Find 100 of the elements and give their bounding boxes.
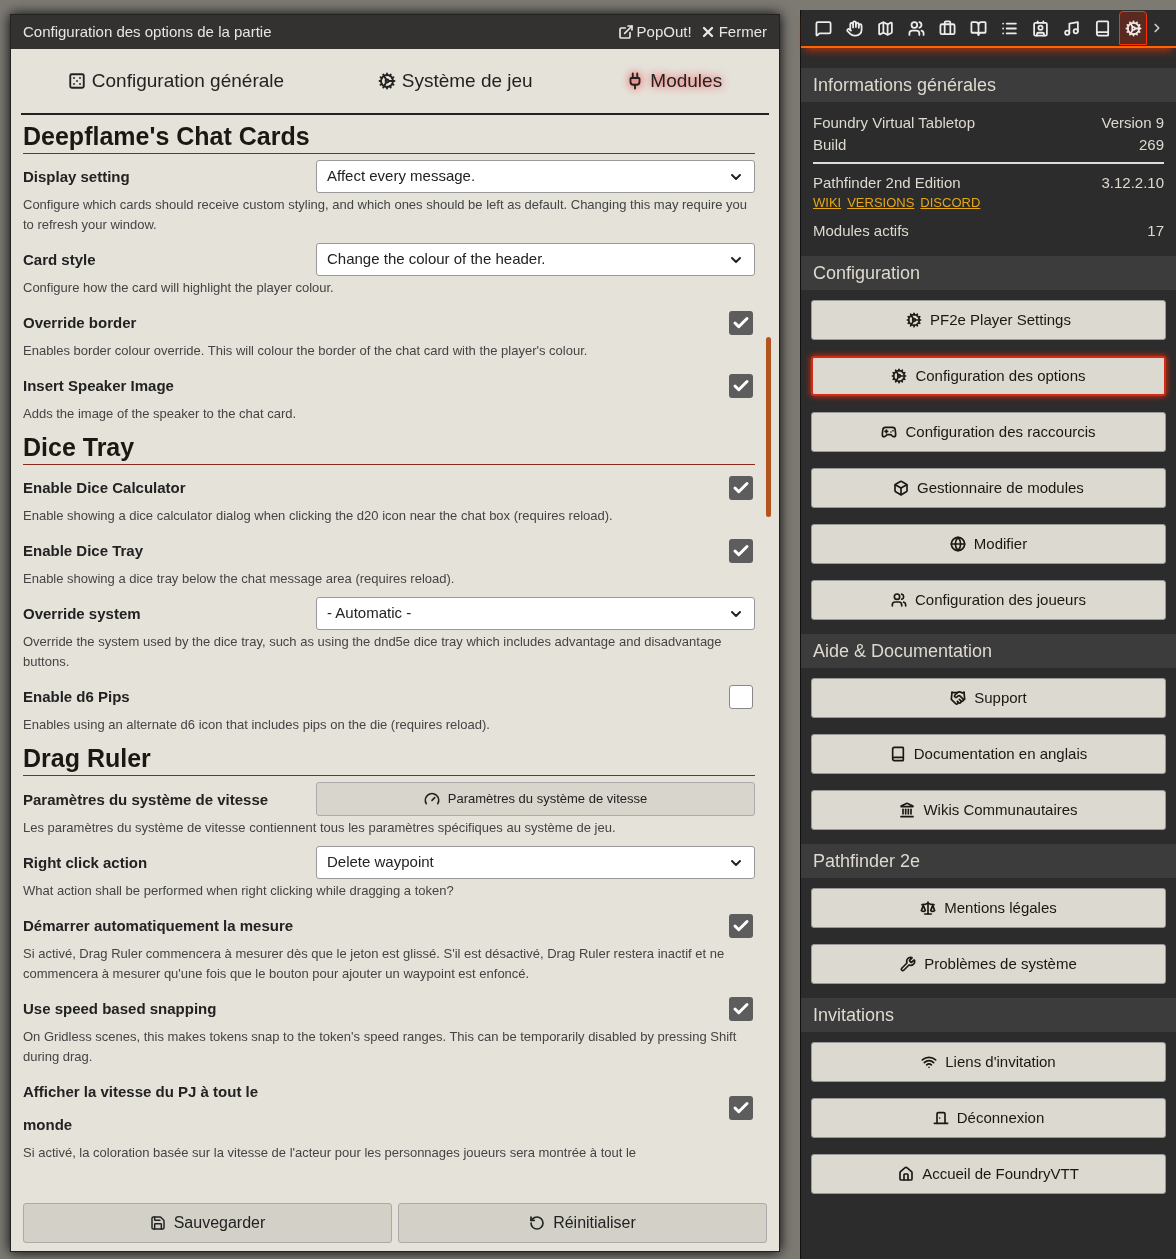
sidebar-button[interactable]: Configuration des raccourcis [811, 412, 1166, 452]
scale-icon [920, 900, 937, 916]
open-book-icon [969, 19, 987, 37]
cogs-icon [891, 368, 908, 384]
system-link[interactable]: DISCORD [920, 194, 981, 212]
sidebar-button[interactable]: Modifier [811, 524, 1166, 564]
setting-hint: Configure how the card will highlight the player colour. [23, 279, 335, 297]
sidebar-tab[interactable] [1119, 11, 1147, 45]
info-value: Version 9 [1101, 113, 1164, 133]
checkbox[interactable] [729, 996, 753, 1021]
checkbox[interactable] [729, 310, 753, 335]
globe-icon [949, 536, 966, 552]
tab[interactable]: Modules [626, 66, 723, 96]
info-label: Foundry Virtual Tabletop [813, 113, 976, 133]
section-heading: Drag Ruler [23, 743, 755, 776]
cube-icon [893, 480, 910, 496]
sidebar-button[interactable]: Déconnexion [811, 1098, 1166, 1138]
setting-hint: On Gridless scenes, this makes tokens snap to the token's speed ranges. This can be temporarily disabled by pressing Shift during drag. [23, 1028, 738, 1066]
dropdown-field[interactable]: Change the colour of the header. [316, 243, 755, 276]
cogs-icon [377, 72, 396, 90]
setting-label: Right click action [23, 853, 149, 873]
system-link[interactable]: VERSIONS [847, 194, 915, 212]
reset-button[interactable]: Réinitialiser [398, 1203, 767, 1243]
setting-hint: Enable showing a dice calculator dialog when clicking the d20 icon near the chat box (requires reload). [23, 507, 614, 525]
close-link[interactable]: Fermer [699, 20, 767, 44]
scrollbar-thumb[interactable] [766, 337, 771, 517]
sidebar-button[interactable]: Documentation en anglais [811, 734, 1166, 774]
users-icon [891, 592, 907, 608]
gauge-icon [423, 791, 440, 807]
sidebar-button[interactable]: Liens d'invitation [811, 1042, 1166, 1082]
sidebar-button[interactable]: Wikis Communautaires [811, 790, 1166, 830]
setting-hint: Si activé, la coloration basée sur la vitesse de l'acteur pour les personnages joueurs sera montrée à tout le [23, 1144, 638, 1162]
music-icon [1062, 19, 1080, 37]
chat-icon [814, 19, 832, 37]
sidebar-button[interactable]: PF2e Player Settings [811, 300, 1166, 340]
setting-label: Afficher la vitesse du PJ à tout le monde [23, 1082, 260, 1135]
checkbox[interactable] [729, 475, 753, 500]
sidebar-button[interactable]: Configuration des joueurs [811, 580, 1166, 620]
setting-label: Enable Dice Calculator [23, 478, 187, 498]
checkbox[interactable] [729, 913, 753, 938]
dropdown-field[interactable]: Delete waypoint [316, 846, 755, 879]
sidebar-section-heading: Invitations [801, 998, 1176, 1032]
popout-link[interactable]: PopOut! [617, 20, 692, 44]
sidebar-section-heading: Aide & Documentation [801, 634, 1176, 668]
setting-hint: Enable showing a dice tray below the chat message area (requires reload). [23, 570, 456, 588]
section-heading: Deepflame's Chat Cards [23, 121, 755, 154]
suitcase-icon [938, 19, 956, 37]
sidebar-button[interactable]: Gestionnaire de modules [811, 468, 1166, 508]
sidebar-button[interactable]: Mentions légales [811, 888, 1166, 928]
info-value: 269 [1138, 135, 1164, 155]
setting-hint: Enables using an alternate d6 icon that includes pips on the die (requires reload). [23, 716, 491, 734]
tab[interactable]: Configuration générale [67, 66, 285, 96]
setting-hint: Enables border colour override. This will colour the border of the chat card with the player's colour. [23, 342, 589, 360]
door-icon [932, 1110, 949, 1126]
setting-label: Display setting [23, 167, 131, 187]
settings-button[interactable]: Paramètres du système de vitesse [316, 782, 755, 816]
checkbox[interactable] [729, 1096, 753, 1120]
book-icon [1093, 19, 1111, 37]
sidebar-section-heading: Pathfinder 2e [801, 844, 1176, 878]
sidebar-button[interactable]: Accueil de FoundryVTT [811, 1154, 1166, 1194]
sidebar-button[interactable]: Problèmes de système [811, 944, 1166, 984]
dropdown-field[interactable]: - Automatic - [316, 597, 755, 630]
setting-label: Card style [23, 250, 97, 270]
settings-icon [1124, 19, 1142, 37]
section-heading: Dice Tray [23, 432, 755, 465]
setting-hint: What action shall be performed when right clicking while dragging a token? [23, 882, 455, 900]
info-label: Modules actifs [813, 221, 909, 241]
system-link[interactable]: WIKI [813, 194, 842, 212]
setting-label: Override border [23, 313, 138, 333]
map-icon [876, 19, 894, 37]
dice-icon [67, 72, 86, 90]
setting-hint: Les paramètres du système de vitesse contiennent tous les paramètres spécifiques au système de jeu. [23, 819, 617, 837]
sidebar-section-heading: Informations générales [801, 68, 1176, 102]
save-button[interactable]: Sauvegarder [23, 1203, 392, 1243]
dropdown-field[interactable]: Affect every message. [316, 160, 755, 193]
window-title: Configuration des options de la partie [23, 21, 273, 42]
checkbox[interactable] [729, 684, 753, 709]
setting-label: Enable d6 Pips [23, 687, 131, 707]
users-icon [907, 19, 925, 37]
sidebar-button[interactable]: Support [811, 678, 1166, 718]
landmark-icon [899, 802, 916, 818]
info-label: Pathfinder 2nd Edition [813, 173, 961, 193]
gamepad-icon [881, 424, 898, 440]
sidebar-button[interactable]: Configuration des options [811, 356, 1166, 396]
setting-label: Démarrer automatiquement la mesure [23, 916, 295, 936]
setting-label: Enable Dice Tray [23, 541, 145, 561]
tab[interactable]: Système de jeu [377, 66, 533, 96]
setting-label: Insert Speaker Image [23, 376, 175, 396]
sidebar-section-heading: Configuration [801, 256, 1176, 290]
info-value: 17 [1147, 221, 1164, 241]
setting-hint: Si activé, Drag Ruler commencera à mesurer dès que le jeton est glissé. S'il est désactivé, Drag Ruler restera inactif et ne commencera à mesurer qu'une fois que le bouton pour ajouter un waypoint est enfoncé. [23, 945, 726, 983]
wrench-icon [900, 956, 917, 972]
checkbox[interactable] [729, 538, 753, 563]
setting-hint: Adds the image of the speaker to the chat card. [23, 405, 298, 423]
setting-label: Use speed based snapping [23, 999, 218, 1019]
checkbox[interactable] [729, 373, 753, 398]
home-icon [898, 1166, 915, 1182]
info-label: Build [813, 135, 847, 155]
wifi-icon [921, 1054, 938, 1070]
setting-label: Override system [23, 604, 142, 624]
